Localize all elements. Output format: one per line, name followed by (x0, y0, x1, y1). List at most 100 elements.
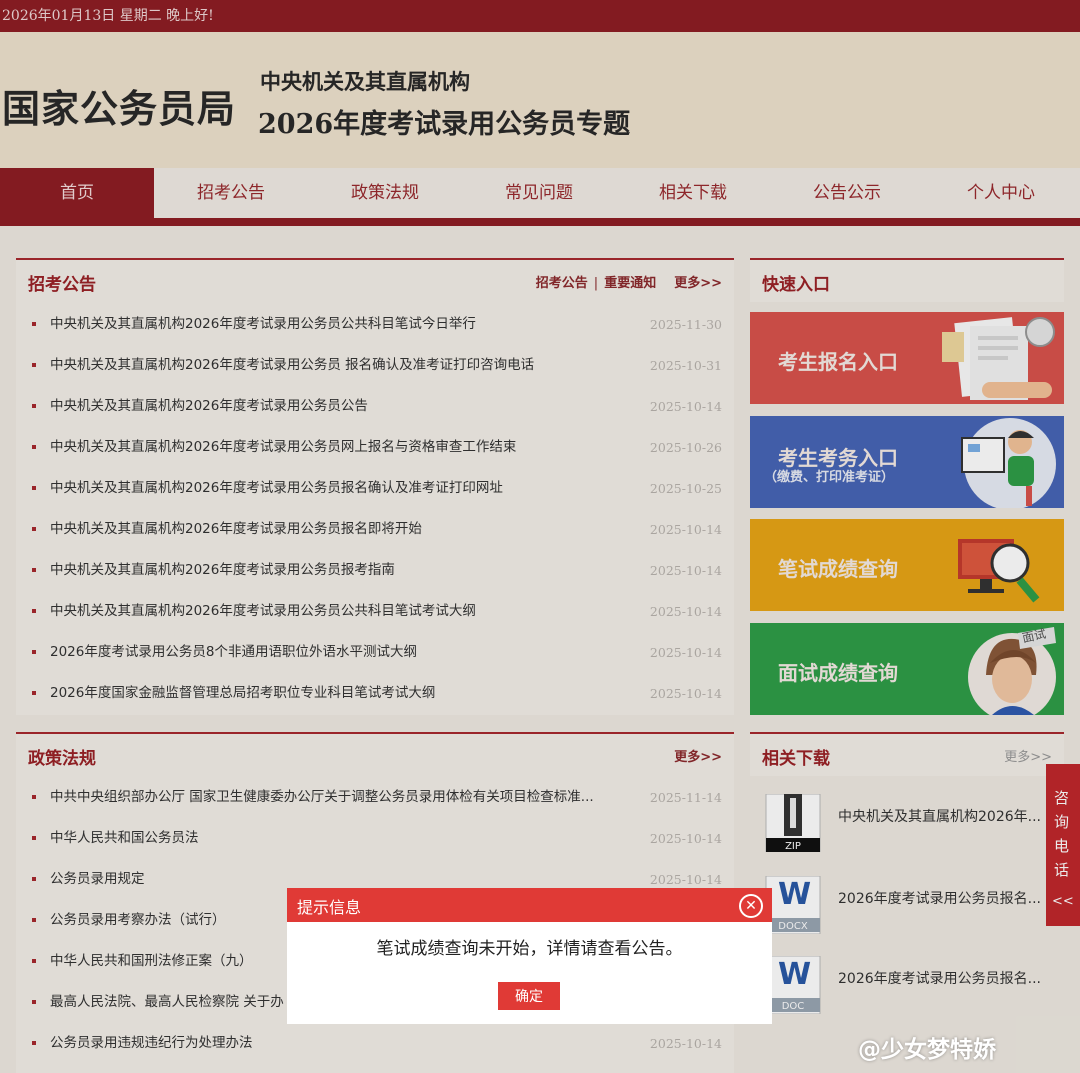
entry-sublabel: （缴费、打印准考证） (764, 470, 895, 485)
list-item[interactable]: 中共中央组织部办公厅 国家卫生健康委办公厅关于调整公务员录用体检有关项目检查标准… (16, 777, 734, 818)
recruit-panel-title: 招考公告 (28, 275, 96, 295)
consult-phone-tab[interactable]: 咨询电话 << (1046, 764, 1080, 926)
item-title[interactable]: 中央机关及其直属机构2026年度考试录用公务员报名确认及准考证打印网址 (50, 468, 620, 509)
dialog-message: 笔试成绩查询未开始，详情请查看公告。 (376, 939, 683, 959)
interview-score-query-entry[interactable]: 面试成绩查询 面试 (750, 623, 1064, 715)
nav-personal-center[interactable]: 个人中心 (924, 168, 1078, 218)
bullet-icon (32, 691, 36, 695)
item-date: 2025-10-25 (649, 481, 722, 496)
item-title[interactable]: 中央机关及其直属机构2026年度考试录用公务员报考指南 (50, 550, 620, 591)
header-title: 2026年度考试录用公务员专题 (258, 109, 631, 140)
recruit-panel: 招考公告 招考公告 | 重要通知 更多>> 中央机关及其直属机构2026年度考试录用公… (16, 258, 734, 715)
policy-more-link[interactable]: 更多>> (674, 750, 722, 765)
entry-label: 考生报名入口 (778, 350, 898, 374)
site-header: 国家公务员局 中央机关及其直属机构 2026年度考试录用公务员专题 (0, 32, 1080, 168)
bullet-icon (32, 650, 36, 654)
monitor-magnifier-icon (958, 539, 1040, 603)
list-item[interactable]: 中央机关及其直属机构2026年度考试录用公务员公告 2025-10-14 (16, 386, 734, 427)
item-date: 2025-10-14 (649, 563, 722, 578)
top-info-bar: 2026年01月13日 星期二 晚上好! (0, 0, 1080, 32)
dialog-title: 提示信息 (297, 898, 362, 917)
quick-entry-panel: 快速入口 (750, 258, 1064, 302)
nav-home[interactable]: 首页 (0, 168, 154, 218)
registration-form-icon (942, 317, 1055, 400)
nav-policy[interactable]: 政策法规 (308, 168, 462, 218)
list-item[interactable]: 中华人民共和国公务员法 2025-10-14 (16, 818, 734, 859)
collapse-arrow-icon[interactable]: << (1052, 894, 1074, 909)
download-item[interactable]: W DOCX 2026年度考试录用公务员报名... (764, 876, 1064, 936)
bullet-icon (32, 795, 36, 799)
confirm-button[interactable]: 确定 (498, 982, 560, 1010)
nav-faq[interactable]: 常见问题 (462, 168, 616, 218)
svg-text:DOC: DOC (782, 1001, 805, 1012)
item-date: 2025-10-14 (649, 399, 722, 414)
item-title[interactable]: 中央机关及其直属机构2026年度考试录用公务员 报名确认及准考证打印咨询电话 (50, 345, 620, 386)
item-date: 2025-10-14 (649, 831, 722, 846)
download-item-name[interactable]: 2026年度考试录用公务员报名... (838, 968, 1058, 988)
list-item[interactable]: 中央机关及其直属机构2026年度考试录用公务员报名确认及准考证打印网址 2025-… (16, 468, 734, 509)
downloads-panel-links: 更多>> (1004, 746, 1052, 765)
bullet-icon (32, 959, 36, 963)
link-recruit-notice[interactable]: 招考公告 (536, 276, 588, 291)
item-title[interactable]: 中央机关及其直属机构2026年度考试录用公务员公共科目笔试今日举行 (50, 304, 620, 345)
list-item[interactable]: 中央机关及其直属机构2026年度考试录用公务员公共科目笔试考试大纲 2025-10… (16, 591, 734, 632)
candidate-exam-affairs-entry[interactable]: 考生考务入口 （缴费、打印准考证） (750, 416, 1064, 508)
item-date: 2025-10-14 (649, 645, 722, 660)
nav-recruit-notice[interactable]: 招考公告 (154, 168, 308, 218)
entry-label: 笔试成绩查询 (778, 557, 898, 581)
list-item[interactable]: 中央机关及其直属机构2026年度考试录用公务员报考指南 2025-10-14 (16, 550, 734, 591)
list-item[interactable]: 2026年度国家金融监督管理总局招考职位专业科目笔试考试大纲 2025-10-14 (16, 673, 734, 714)
item-title[interactable]: 中华人民共和国公务员法 (50, 818, 620, 859)
downloads-more-link[interactable]: 更多>> (1004, 750, 1052, 765)
item-title[interactable]: 中央机关及其直属机构2026年度考试录用公务员报名即将开始 (50, 509, 620, 550)
bullet-icon (32, 836, 36, 840)
list-item[interactable]: 中央机关及其直属机构2026年度考试录用公务员报名即将开始 2025-10-14 (16, 509, 734, 550)
bullet-icon (32, 486, 36, 490)
list-item[interactable]: 公务员录用违规违纪行为处理办法 2025-10-14 (16, 1023, 734, 1064)
written-score-query-entry[interactable]: 笔试成绩查询 (750, 519, 1064, 611)
policy-panel-links: 更多>> (674, 746, 722, 765)
download-item[interactable]: ZIP 中央机关及其直属机构2026年... (764, 794, 1064, 854)
bullet-icon (32, 363, 36, 367)
bullet-icon (32, 445, 36, 449)
item-title[interactable]: 2026年度国家金融监督管理总局招考职位专业科目笔试考试大纲 (50, 673, 620, 714)
site-logo[interactable]: 国家公务员局 (2, 78, 236, 133)
nav-announcements[interactable]: 公告公示 (770, 168, 924, 218)
download-item-name[interactable]: 2026年度考试录用公务员报名... (838, 888, 1058, 908)
bullet-icon (32, 609, 36, 613)
list-item[interactable]: 中央机关及其直属机构2026年度考试录用公务员公共科目笔试今日举行 2025-11… (16, 304, 734, 345)
svg-text:DOCX: DOCX (778, 921, 808, 932)
bullet-icon (32, 322, 36, 326)
svg-text:W: W (778, 957, 811, 992)
policy-panel-title: 政策法规 (28, 749, 96, 769)
download-item-name[interactable]: 中央机关及其直属机构2026年... (838, 806, 1058, 826)
download-item[interactable]: W DOC 2026年度考试录用公务员报名... (764, 956, 1064, 1016)
close-icon[interactable]: ✕ (739, 894, 763, 918)
candidate-registration-entry[interactable]: 考生报名入口 (750, 312, 1064, 404)
docx-file-icon: W DOCX (765, 876, 821, 934)
link-important-notice[interactable]: 重要通知 (604, 276, 656, 291)
person-at-computer-icon (961, 418, 1056, 508)
main-nav: 首页 招考公告 政策法规 常见问题 相关下载 公告公示 个人中心 (0, 168, 1080, 226)
list-item[interactable]: 2026年度考试录用公务员8个非通用语职位外语水平测试大纲 2025-10-14 (16, 632, 734, 673)
svg-text:ZIP: ZIP (785, 841, 801, 852)
item-date: 2025-10-31 (649, 358, 722, 373)
list-item[interactable]: 中央机关及其直属机构2026年度考试录用公务员 报名确认及准考证打印咨询电话 20… (16, 345, 734, 386)
recruit-more-link[interactable]: 更多>> (674, 276, 722, 291)
bullet-icon (32, 404, 36, 408)
nav-downloads[interactable]: 相关下载 (616, 168, 770, 218)
item-title[interactable]: 中央机关及其直属机构2026年度考试录用公务员网上报名与资格审查工作结束 (50, 427, 620, 468)
bullet-icon (32, 877, 36, 881)
item-title[interactable]: 公务员录用违规违纪行为处理办法 (50, 1023, 620, 1064)
item-date: 2025-10-14 (649, 522, 722, 537)
list-item[interactable]: 中央机关及其直属机构2026年度考试录用公务员网上报名与资格审查工作结束 2025… (16, 427, 734, 468)
item-title[interactable]: 2026年度考试录用公务员8个非通用语职位外语水平测试大纲 (50, 632, 620, 673)
recruit-panel-links: 招考公告 | 重要通知 更多>> (536, 272, 722, 291)
item-title[interactable]: 中央机关及其直属机构2026年度考试录用公务员公共科目笔试考试大纲 (50, 591, 620, 632)
recruit-list: 中央机关及其直属机构2026年度考试录用公务员公共科目笔试今日举行 2025-11… (16, 304, 734, 714)
bullet-icon (32, 1000, 36, 1004)
divider: | (593, 276, 599, 291)
bullet-icon (32, 527, 36, 531)
item-title[interactable]: 中共中央组织部办公厅 国家卫生健康委办公厅关于调整公务员录用体检有关项目检查标准… (50, 777, 620, 818)
item-title[interactable]: 中央机关及其直属机构2026年度考试录用公务员公告 (50, 386, 620, 427)
